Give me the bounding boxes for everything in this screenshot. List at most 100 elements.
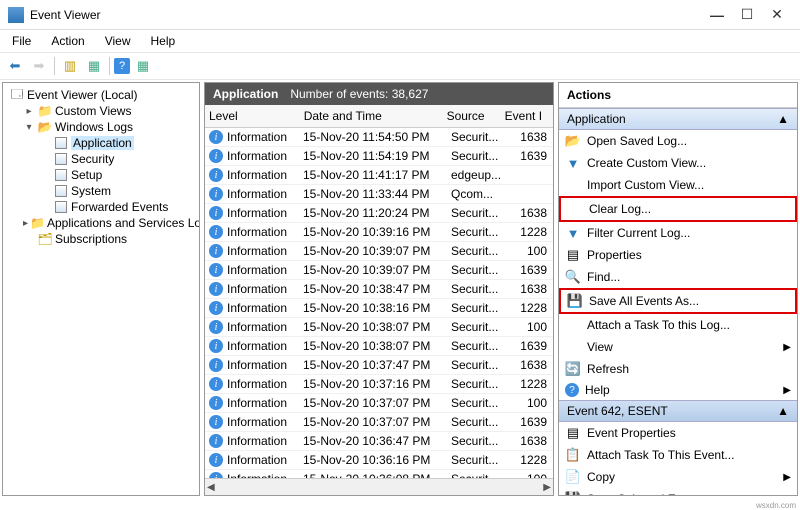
event-row[interactable]: iInformation15-Nov-20 10:36:16 PMSecurit… — [205, 451, 553, 470]
event-row[interactable]: iInformation15-Nov-20 10:39:16 PMSecurit… — [205, 223, 553, 242]
tree-windows-logs[interactable]: ▾📂Windows Logs — [7, 119, 195, 135]
event-row[interactable]: iInformation15-Nov-20 10:38:07 PMSecurit… — [205, 318, 553, 337]
tree-root[interactable]: 🗔Event Viewer (Local) — [7, 87, 195, 103]
folder-open-icon: 📂 — [565, 133, 581, 149]
back-button[interactable]: ⬅ — [4, 55, 26, 77]
tree-subscriptions[interactable]: 🗂Subscriptions — [7, 231, 195, 247]
information-icon: i — [209, 244, 223, 258]
event-source: Securit... — [451, 339, 511, 353]
event-row[interactable]: iInformation15-Nov-20 11:41:17 PMedgeup.… — [205, 166, 553, 185]
event-row[interactable]: iInformation15-Nov-20 10:39:07 PMSecurit… — [205, 242, 553, 261]
tree-label: Applications and Services Logs — [47, 216, 199, 230]
col-date[interactable]: Date and Time — [300, 109, 443, 123]
tree-label: System — [71, 184, 111, 198]
menu-help[interactable]: Help — [143, 32, 184, 50]
tree-label: Forwarded Events — [71, 200, 168, 214]
help-button[interactable]: ? — [114, 58, 130, 74]
action-copy[interactable]: 📄Copy▶ — [559, 466, 797, 488]
action-properties[interactable]: ▤Properties — [559, 244, 797, 266]
actions-group-application[interactable]: Application▲ — [559, 108, 797, 130]
action-open-saved-log[interactable]: 📂Open Saved Log... — [559, 130, 797, 152]
event-row[interactable]: iInformation15-Nov-20 10:37:16 PMSecurit… — [205, 375, 553, 394]
action-label: Attach a Task To this Log... — [587, 318, 730, 332]
action-label: Help — [585, 383, 610, 397]
minimize-button[interactable]: — — [702, 3, 732, 27]
scroll-left-icon[interactable]: ◀ — [207, 482, 215, 493]
action-label: Filter Current Log... — [587, 226, 690, 240]
navigation-tree[interactable]: 🗔Event Viewer (Local) ▸📁Custom Views ▾📂W… — [3, 83, 199, 495]
menu-file[interactable]: File — [4, 32, 39, 50]
events-header: Application Number of events: 38,627 — [205, 83, 553, 105]
event-date: 15-Nov-20 10:36:47 PM — [303, 434, 451, 448]
action-create-custom-view[interactable]: ▼Create Custom View... — [559, 152, 797, 174]
event-row[interactable]: iInformation15-Nov-20 11:33:44 PMQcom... — [205, 185, 553, 204]
horizontal-scrollbar[interactable]: ◀ ▶ — [205, 478, 553, 495]
col-eventid[interactable]: Event I — [501, 109, 553, 123]
close-button[interactable]: ✕ — [762, 3, 792, 27]
actions-group-event[interactable]: Event 642, ESENT▲ — [559, 400, 797, 422]
tree-application[interactable]: Application — [7, 135, 195, 151]
action-find[interactable]: 🔍Find... — [559, 266, 797, 288]
action-label: Create Custom View... — [587, 156, 706, 170]
event-level: Information — [227, 320, 303, 334]
toolbar: ⬅ ➡ ▥ ▦ ? ▦ — [0, 52, 800, 80]
maximize-button[interactable]: ☐ — [732, 3, 762, 27]
action-view[interactable]: View▶ — [559, 336, 797, 358]
event-row[interactable]: iInformation15-Nov-20 10:37:07 PMSecurit… — [205, 413, 553, 432]
tree-label: Setup — [71, 168, 102, 182]
action-attach-task-log[interactable]: Attach a Task To this Log... — [559, 314, 797, 336]
event-row[interactable]: iInformation15-Nov-20 10:37:07 PMSecurit… — [205, 394, 553, 413]
event-row[interactable]: iInformation15-Nov-20 11:54:19 PMSecurit… — [205, 147, 553, 166]
event-source: Securit... — [451, 130, 511, 144]
forward-button[interactable]: ➡ — [28, 55, 50, 77]
event-source: Securit... — [451, 453, 511, 467]
event-level: Information — [227, 301, 303, 315]
tree-apps-services[interactable]: ▸📁Applications and Services Logs — [7, 215, 195, 231]
preview-button[interactable]: ▦ — [83, 55, 105, 77]
tree-security[interactable]: Security — [7, 151, 195, 167]
event-row[interactable]: iInformation15-Nov-20 10:38:16 PMSecurit… — [205, 299, 553, 318]
action-label: View — [587, 340, 613, 354]
menu-view[interactable]: View — [97, 32, 139, 50]
event-row[interactable]: iInformation15-Nov-20 10:36:47 PMSecurit… — [205, 432, 553, 451]
event-row[interactable]: iInformation15-Nov-20 10:38:47 PMSecurit… — [205, 280, 553, 299]
action-save-selected-events[interactable]: 💾Save Selected Events... — [559, 488, 797, 495]
action-refresh[interactable]: 🔄Refresh — [559, 358, 797, 380]
event-row[interactable]: iInformation15-Nov-20 10:37:47 PMSecurit… — [205, 356, 553, 375]
refresh-button[interactable]: ▦ — [132, 55, 154, 77]
task-icon — [565, 317, 581, 333]
action-clear-log[interactable]: Clear Log... — [559, 196, 797, 222]
action-attach-task-event[interactable]: 📋Attach Task To This Event... — [559, 444, 797, 466]
event-row[interactable]: iInformation15-Nov-20 10:36:08 PMSecurit… — [205, 470, 553, 478]
event-row[interactable]: iInformation15-Nov-20 11:54:50 PMSecurit… — [205, 128, 553, 147]
tree-system[interactable]: System — [7, 183, 195, 199]
actions-body: Application▲ 📂Open Saved Log... ▼Create … — [559, 108, 797, 495]
action-filter-current-log[interactable]: ▼Filter Current Log... — [559, 222, 797, 244]
events-list[interactable]: iInformation15-Nov-20 11:54:50 PMSecurit… — [205, 128, 553, 478]
event-source: Securit... — [451, 149, 511, 163]
action-save-all-events[interactable]: 💾Save All Events As... — [559, 288, 797, 314]
action-import-custom-view[interactable]: Import Custom View... — [559, 174, 797, 196]
tree-forwarded[interactable]: Forwarded Events — [7, 199, 195, 215]
action-event-properties[interactable]: ▤Event Properties — [559, 422, 797, 444]
event-row[interactable]: iInformation15-Nov-20 10:38:07 PMSecurit… — [205, 337, 553, 356]
action-label: Copy — [587, 470, 615, 484]
event-date: 15-Nov-20 10:37:07 PM — [303, 415, 451, 429]
event-date: 15-Nov-20 11:54:19 PM — [303, 149, 451, 163]
col-source[interactable]: Source — [443, 109, 501, 123]
event-row[interactable]: iInformation15-Nov-20 10:39:07 PMSecurit… — [205, 261, 553, 280]
action-help[interactable]: ?Help▶ — [559, 380, 797, 400]
menu-action[interactable]: Action — [43, 32, 92, 50]
information-icon: i — [209, 320, 223, 334]
event-level: Information — [227, 339, 303, 353]
action-label: Save All Events As... — [589, 294, 699, 308]
tree-custom-views[interactable]: ▸📁Custom Views — [7, 103, 195, 119]
tree-label: Subscriptions — [55, 232, 127, 246]
event-row[interactable]: iInformation15-Nov-20 11:20:24 PMSecurit… — [205, 204, 553, 223]
col-level[interactable]: Level — [205, 109, 300, 123]
column-headers[interactable]: Level Date and Time Source Event I — [205, 105, 553, 128]
save-icon: 💾 — [565, 491, 581, 495]
scroll-right-icon[interactable]: ▶ — [543, 482, 551, 493]
show-tree-button[interactable]: ▥ — [59, 55, 81, 77]
tree-setup[interactable]: Setup — [7, 167, 195, 183]
